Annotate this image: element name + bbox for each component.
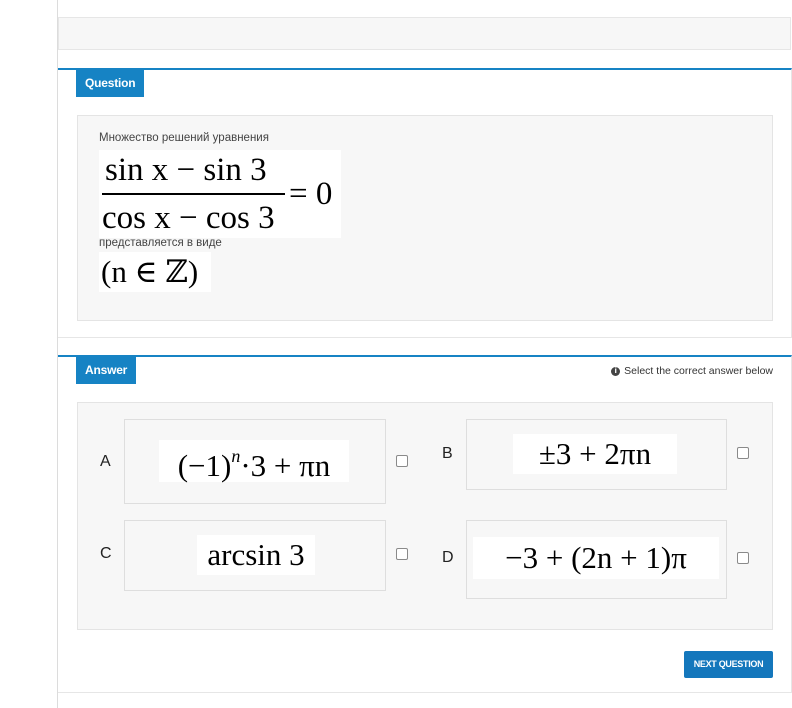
question-panel: Question Множество решений уравнения sin… xyxy=(58,68,792,338)
option-c-math: arcsin 3 xyxy=(207,537,305,572)
option-d-checkbox[interactable] xyxy=(737,552,749,564)
equation-image: sin x − sin 3 cos x − cos 3 = 0 xyxy=(99,150,341,238)
option-b-letter: B xyxy=(442,445,453,462)
option-d-card[interactable]: −3 + (2n + 1)π xyxy=(466,520,727,599)
option-c-checkbox[interactable] xyxy=(396,548,408,560)
option-b-math: ±3 + 2πn xyxy=(538,436,652,471)
option-a-checkbox[interactable] xyxy=(396,455,408,467)
option-a-formula: (−1)n·3 + πn xyxy=(159,440,349,483)
question-tag: Question xyxy=(76,70,145,97)
option-b-checkbox[interactable] xyxy=(737,447,749,459)
answer-options-area: A (−1)n·3 + πn B ±3 + 2πn C arcsin 3 D −… xyxy=(77,402,773,630)
option-d-math: −3 + (2n + 1)π xyxy=(505,540,687,575)
option-a-letter: A xyxy=(100,453,111,470)
option-c-letter: C xyxy=(100,545,112,562)
answer-hint-text: Select the correct answer below xyxy=(624,365,773,377)
domain-note-image: (n ∈ ℤ) xyxy=(99,252,211,292)
option-a-math: (−1)n·3 + πn xyxy=(177,446,331,483)
option-b-card[interactable]: ±3 + 2πn xyxy=(466,419,727,490)
equation-numerator: sin x − sin 3 xyxy=(105,152,267,188)
top-bar xyxy=(58,17,791,50)
answer-hint: i Select the correct answer below xyxy=(611,365,773,377)
domain-note: (n ∈ ℤ) xyxy=(101,254,199,289)
next-question-button[interactable]: NEXT QUESTION xyxy=(684,651,773,678)
info-icon: i xyxy=(611,366,621,376)
option-d-letter: D xyxy=(442,549,454,566)
option-c-card[interactable]: arcsin 3 xyxy=(124,520,386,591)
equation-equals: = 0 xyxy=(289,176,333,212)
question-prompt: Множество решений уравнения xyxy=(99,132,269,144)
answer-tag: Answer xyxy=(76,357,137,384)
question-body: Множество решений уравнения sin x − sin … xyxy=(77,115,773,321)
fraction-bar xyxy=(102,193,285,195)
equation-denominator: cos x − cos 3 xyxy=(102,200,275,236)
option-d-formula: −3 + (2n + 1)π xyxy=(473,537,719,579)
option-b-formula: ±3 + 2πn xyxy=(513,434,677,474)
answer-panel: Answer i Select the correct answer below… xyxy=(58,355,792,693)
option-a-card[interactable]: (−1)n·3 + πn xyxy=(124,419,386,504)
question-middle-text: представляется в виде xyxy=(99,237,222,249)
option-c-formula: arcsin 3 xyxy=(197,535,315,575)
